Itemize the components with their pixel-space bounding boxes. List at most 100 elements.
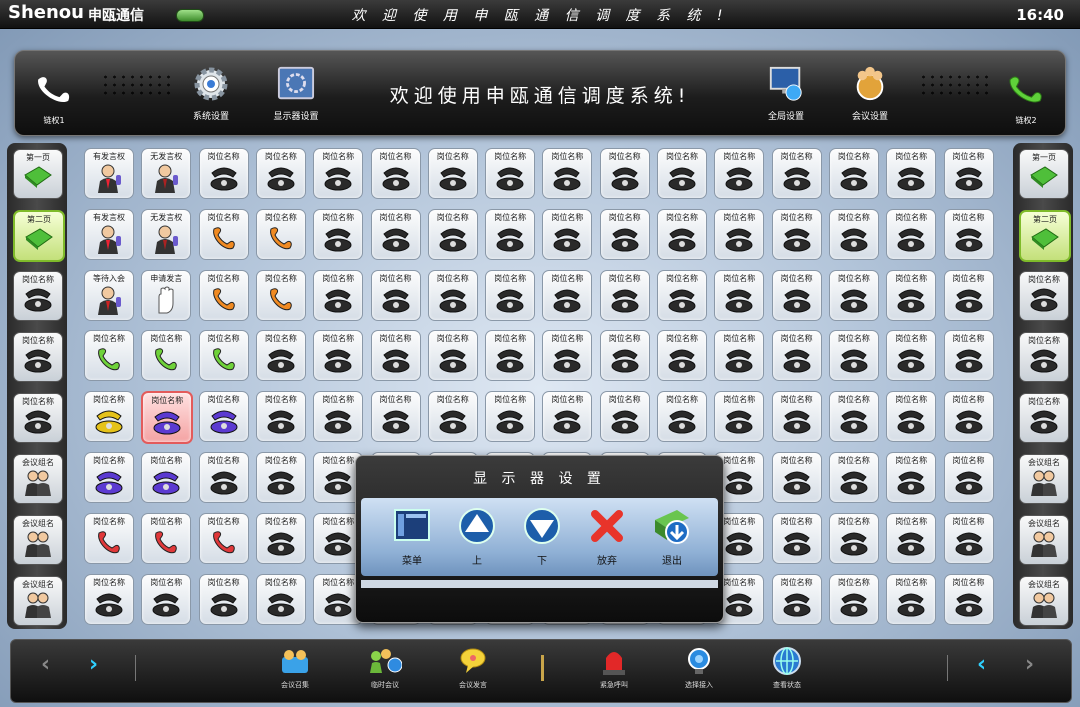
station-cell[interactable]: 岗位名称 (657, 269, 707, 321)
station-cell[interactable]: 岗位名称 (599, 330, 650, 382)
side-page-button[interactable]: 岗位名称 (13, 332, 63, 382)
station-cell[interactable]: 岗位名称 (886, 452, 937, 503)
station-cell[interactable]: 岗位名称 (771, 269, 822, 321)
station-cell[interactable]: 岗位名称 (542, 208, 593, 260)
menu-button[interactable]: 菜单 (379, 504, 445, 567)
station-cell[interactable]: 岗位名称 (313, 208, 364, 260)
station-cell[interactable]: 岗位名称 (485, 148, 536, 199)
bottom-action-button[interactable]: 紧急呼叫 (584, 646, 644, 690)
station-cell[interactable]: 岗位名称 (771, 208, 822, 260)
station-cell[interactable]: 岗位名称 (771, 330, 822, 382)
station-cell[interactable]: 岗位名称 (771, 391, 822, 443)
station-cell[interactable]: 岗位名称 (255, 573, 306, 625)
station-cell[interactable]: 岗位名称 (370, 208, 421, 260)
station-cell[interactable]: 岗位名称 (313, 391, 364, 443)
station-cell[interactable]: 岗位名称 (943, 148, 994, 199)
station-cell[interactable]: 岗位名称 (313, 269, 364, 321)
left-next-arrow[interactable]: › (89, 652, 98, 677)
side-page-button[interactable]: 第一页 (1019, 149, 1069, 199)
station-cell[interactable]: 岗位名称 (141, 330, 192, 382)
station-cell[interactable]: 岗位名称 (771, 573, 822, 625)
station-cell[interactable]: 岗位名称 (427, 208, 478, 260)
station-cell[interactable]: 岗位名称 (427, 391, 478, 443)
station-cell[interactable]: 岗位名称 (255, 330, 306, 382)
left-prev-arrow[interactable]: ‹ (41, 652, 50, 677)
side-page-button[interactable]: 岗位名称 (1019, 271, 1069, 321)
right-next-arrow[interactable]: › (1025, 652, 1034, 677)
station-cell[interactable]: 等待入会 (84, 269, 134, 321)
side-page-button[interactable]: 会议组名 (13, 454, 63, 504)
station-cell[interactable]: 岗位名称 (198, 269, 249, 321)
station-cell[interactable]: 岗位名称 (370, 269, 421, 321)
station-cell[interactable]: 岗位名称 (198, 208, 249, 260)
station-cell[interactable]: 岗位名称 (427, 269, 478, 321)
station-cell[interactable]: 岗位名称 (714, 391, 765, 443)
station-cell[interactable]: 岗位名称 (427, 148, 478, 199)
hook-right-button[interactable]: 链权2 (1001, 71, 1051, 126)
side-page-button[interactable]: 岗位名称 (1019, 332, 1069, 382)
station-cell[interactable]: 岗位名称 (370, 391, 421, 443)
station-cell[interactable]: 岗位名称 (828, 512, 879, 564)
station-cell[interactable]: 岗位名称 (198, 573, 249, 625)
station-cell[interactable]: 岗位名称 (714, 330, 765, 382)
station-cell[interactable]: 岗位名称 (84, 573, 134, 625)
station-cell[interactable]: 岗位名称 (943, 452, 994, 503)
station-cell[interactable]: 岗位名称 (943, 269, 994, 321)
station-cell[interactable]: 岗位名称 (313, 148, 364, 199)
station-cell[interactable]: 岗位名称 (84, 391, 134, 443)
side-page-button[interactable]: 第二页 (1019, 210, 1071, 262)
station-cell[interactable]: 无发言权 (141, 148, 192, 199)
station-cell[interactable]: 岗位名称 (542, 148, 593, 199)
station-cell[interactable]: 岗位名称 (657, 208, 707, 260)
station-cell[interactable]: 岗位名称 (943, 208, 994, 260)
station-cell[interactable]: 岗位名称 (370, 330, 421, 382)
station-cell[interactable]: 岗位名称 (255, 391, 306, 443)
down-button[interactable]: 下 (509, 504, 575, 567)
station-cell[interactable]: 岗位名称 (542, 391, 593, 443)
station-cell[interactable]: 岗位名称 (255, 512, 306, 564)
bottom-action-button[interactable]: 查看状态 (757, 646, 817, 690)
side-page-button[interactable]: 会议组名 (1019, 576, 1069, 626)
station-cell[interactable]: 岗位名称 (255, 208, 306, 260)
bottom-action-button[interactable]: 会议发言 (443, 646, 503, 690)
up-button[interactable]: 上 (444, 504, 510, 567)
right-prev-arrow[interactable]: ‹ (977, 652, 986, 677)
station-cell[interactable]: 岗位名称 (943, 573, 994, 625)
station-cell[interactable]: 岗位名称 (599, 391, 650, 443)
side-page-button[interactable]: 会议组名 (1019, 515, 1069, 565)
station-cell[interactable]: 岗位名称 (542, 269, 593, 321)
cancel-button[interactable]: 放弃 (574, 504, 640, 567)
station-cell[interactable]: 岗位名称 (141, 391, 194, 445)
station-cell[interactable]: 岗位名称 (198, 148, 249, 199)
global-settings-button[interactable]: 全局设置 (751, 65, 821, 122)
side-page-button[interactable]: 会议组名 (1019, 454, 1069, 504)
station-cell[interactable]: 申请发言 (141, 269, 192, 321)
station-cell[interactable]: 有发言权 (84, 148, 134, 199)
station-cell[interactable]: 岗位名称 (370, 148, 421, 199)
station-cell[interactable]: 岗位名称 (198, 330, 249, 382)
station-cell[interactable]: 岗位名称 (828, 573, 879, 625)
station-cell[interactable]: 岗位名称 (828, 452, 879, 503)
station-cell[interactable]: 岗位名称 (84, 512, 134, 564)
station-cell[interactable]: 岗位名称 (599, 269, 650, 321)
station-cell[interactable]: 岗位名称 (427, 330, 478, 382)
side-page-button[interactable]: 第一页 (13, 149, 63, 199)
side-page-button[interactable]: 岗位名称 (13, 393, 63, 443)
side-page-button[interactable]: 岗位名称 (1019, 393, 1069, 443)
station-cell[interactable]: 岗位名称 (198, 512, 249, 564)
station-cell[interactable]: 岗位名称 (828, 148, 879, 199)
station-cell[interactable]: 岗位名称 (886, 573, 937, 625)
station-cell[interactable]: 岗位名称 (255, 269, 306, 321)
station-cell[interactable]: 岗位名称 (84, 452, 134, 503)
station-cell[interactable]: 岗位名称 (84, 330, 134, 382)
station-cell[interactable]: 岗位名称 (141, 512, 192, 564)
station-cell[interactable]: 岗位名称 (886, 391, 937, 443)
station-cell[interactable]: 岗位名称 (828, 208, 879, 260)
station-cell[interactable]: 岗位名称 (943, 330, 994, 382)
station-cell[interactable]: 岗位名称 (771, 452, 822, 503)
exit-button[interactable]: 退出 (639, 504, 705, 567)
side-page-button[interactable]: 第二页 (13, 210, 65, 262)
bottom-action-button[interactable]: 临时会议 (355, 646, 415, 690)
station-cell[interactable]: 岗位名称 (714, 148, 765, 199)
station-cell[interactable]: 岗位名称 (886, 330, 937, 382)
